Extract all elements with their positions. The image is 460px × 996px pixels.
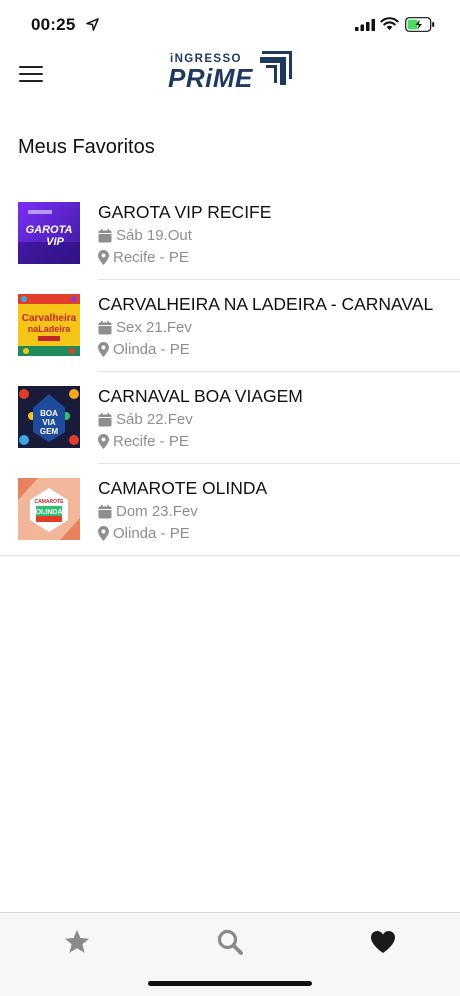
status-bar: 00:25	[0, 0, 460, 48]
event-location-text: Olinda - PE	[113, 525, 190, 542]
event-location-text: Olinda - PE	[113, 341, 190, 358]
event-name: CARNAVAL BOA VIAGEM	[98, 386, 303, 406]
event-date: Sáb 19.Out	[98, 227, 192, 244]
event-location: Olinda - PE	[98, 341, 190, 358]
svg-text:VIA: VIA	[42, 418, 56, 427]
map-pin-icon	[98, 250, 109, 265]
event-thumbnail: GAROTA VIP	[18, 202, 80, 264]
signal-icon	[355, 19, 375, 31]
event-thumbnail: Carvalheira naLadeira	[18, 294, 80, 356]
boa-viagem-poster-icon: BOA VIA GEM	[18, 386, 80, 448]
map-pin-icon	[98, 342, 109, 357]
calendar-icon	[98, 504, 112, 518]
svg-text:Carvalheira: Carvalheira	[22, 313, 77, 324]
favorite-event-item[interactable]: CAMAROTE OLINDA CAMAROTE OLINDA Dom 23.F…	[0, 464, 460, 556]
status-time: 00:25	[31, 15, 76, 34]
event-date-text: Sáb 22.Fev	[116, 411, 193, 428]
event-date-text: Sex 21.Fev	[116, 319, 192, 336]
heart-icon	[371, 931, 395, 953]
menu-button[interactable]	[19, 66, 43, 84]
favorites-list: GAROTA VIP GAROTA VIP RECIFE Sáb 19.Out …	[0, 188, 460, 556]
camarote-olinda-poster-icon: CAMAROTE OLINDA	[18, 478, 80, 540]
carvalheira-poster-icon: Carvalheira naLadeira	[18, 294, 80, 356]
ingresso-prime-logo: iNGRESSO PRiME	[168, 50, 294, 96]
app-header: iNGRESSO PRiME	[0, 48, 460, 104]
svg-text:OLINDA: OLINDA	[36, 509, 63, 516]
event-name: CARVALHEIRA NA LADEIRA - CARNAVAL	[98, 294, 434, 314]
event-thumbnail: CAMAROTE OLINDA	[18, 478, 80, 540]
logo-bottom-text: PRiME	[168, 63, 253, 93]
event-location: Recife - PE	[98, 433, 189, 450]
event-date-text: Dom 23.Fev	[116, 503, 198, 520]
location-arrow-icon	[86, 18, 99, 31]
garota-vip-poster-icon: GAROTA VIP	[18, 202, 80, 264]
map-pin-icon	[98, 434, 109, 449]
calendar-icon	[98, 320, 112, 334]
menu-line-icon	[19, 73, 43, 75]
event-date: Dom 23.Fev	[98, 503, 198, 520]
page-title: Meus Favoritos	[18, 136, 155, 158]
favorite-event-item[interactable]: Carvalheira naLadeira CARVALHEIRA NA LAD…	[0, 280, 460, 372]
home-indicator	[148, 981, 312, 986]
menu-line-icon	[19, 80, 43, 82]
event-date: Sáb 22.Fev	[98, 411, 193, 428]
svg-text:naLadeira: naLadeira	[28, 324, 72, 334]
event-name: CAMAROTE OLINDA	[98, 478, 268, 498]
calendar-icon	[98, 412, 112, 426]
event-date: Sex 21.Fev	[98, 319, 192, 336]
event-location: Olinda - PE	[98, 525, 190, 542]
event-date-text: Sáb 19.Out	[116, 227, 192, 244]
logo-chevron-icon	[260, 51, 292, 85]
svg-text:VIP: VIP	[46, 236, 64, 248]
battery-charging-icon	[405, 17, 435, 32]
tab-featured[interactable]	[62, 927, 92, 957]
svg-text:GEM: GEM	[40, 427, 59, 436]
tab-favorites[interactable]	[368, 927, 398, 957]
svg-text:CAMAROTE: CAMAROTE	[35, 499, 65, 505]
favorite-event-item[interactable]: GAROTA VIP GAROTA VIP RECIFE Sáb 19.Out …	[0, 188, 460, 280]
list-divider	[0, 555, 460, 556]
star-icon	[65, 930, 89, 953]
favorite-event-item[interactable]: BOA VIA GEM CARNAVAL BOA VIAGEM Sáb 22.F…	[0, 372, 460, 464]
event-location: Recife - PE	[98, 249, 189, 266]
map-pin-icon	[98, 526, 109, 541]
tab-search[interactable]	[215, 927, 245, 957]
event-thumbnail: BOA VIA GEM	[18, 386, 80, 448]
svg-text:BOA: BOA	[40, 409, 58, 418]
search-icon	[217, 929, 243, 955]
menu-line-icon	[19, 66, 43, 68]
svg-text:GAROTA: GAROTA	[26, 224, 73, 236]
event-name: GAROTA VIP RECIFE	[98, 202, 272, 222]
wifi-icon	[380, 17, 399, 31]
event-location-text: Recife - PE	[113, 249, 189, 266]
calendar-icon	[98, 228, 112, 242]
event-location-text: Recife - PE	[113, 433, 189, 450]
